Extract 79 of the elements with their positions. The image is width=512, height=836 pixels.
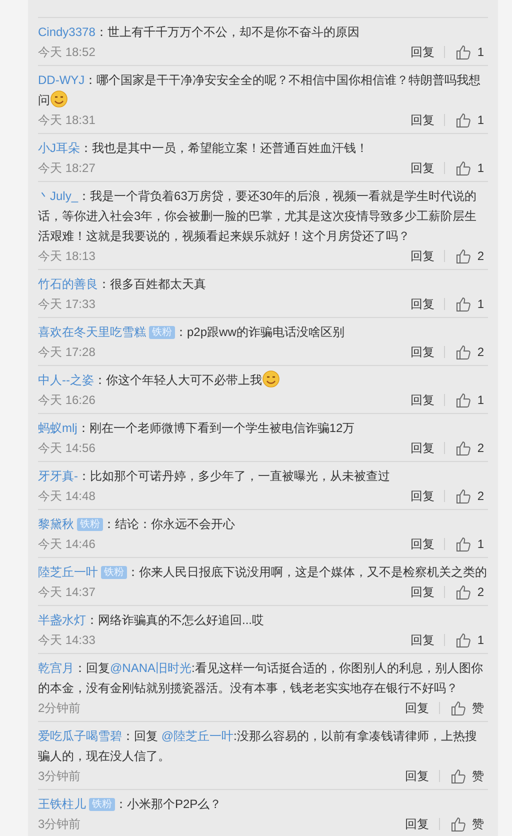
like-button[interactable]: 1 — [455, 42, 484, 62]
comment-text: 牙牙真-：比如那个可诺丹婷，多少年了，一直被曝光，从未被查过 — [38, 468, 391, 485]
thumbs-up-icon — [455, 160, 472, 176]
fan-badge: 铁粉 — [149, 326, 175, 339]
comment-time: 2分钟前 — [38, 700, 82, 717]
comment-time: 今天 14:33 — [38, 632, 96, 649]
comment-time: 今天 14:37 — [38, 584, 96, 601]
like-button[interactable]: 1 — [455, 158, 484, 178]
comment-time: 今天 14:48 — [38, 488, 96, 505]
like-button[interactable]: 2 — [455, 342, 484, 362]
fan-badge: 铁粉 — [101, 566, 127, 579]
thumbs-up-icon — [455, 584, 472, 600]
fan-badge: 铁粉 — [77, 518, 103, 531]
reply-link[interactable]: 回复 — [410, 390, 434, 410]
comment-time: 3分钟前 — [38, 768, 82, 785]
reply-link[interactable]: 回复 — [410, 582, 434, 602]
like-button[interactable]: 赞 — [450, 814, 484, 834]
thumbs-up-icon — [455, 248, 472, 264]
comment-text: 竹石的善良：很多百姓都太天真 — [38, 276, 207, 293]
like-button[interactable]: 2 — [455, 486, 484, 506]
comment-text: 蚂蚁mlj：刚在一个老师微博下看到一个学生被电信诈骗12万 — [38, 420, 356, 437]
comment-time: 今天 18:52 — [38, 44, 96, 61]
reply-link[interactable]: 回复 — [410, 486, 434, 506]
reply-link[interactable]: 回复 — [405, 766, 429, 786]
fan-badge: 铁粉 — [89, 798, 115, 811]
reply-link[interactable]: 回复 — [410, 294, 434, 314]
comment-time: 今天 14:46 — [38, 536, 96, 553]
comment-time: 今天 17:28 — [38, 344, 96, 361]
comment-time: 今天 17:33 — [38, 296, 96, 313]
reply-link[interactable]: 回复 — [405, 698, 429, 718]
thumbs-up-icon — [455, 440, 472, 456]
thumbs-up-icon — [455, 632, 472, 648]
comment-time: 今天 14:56 — [38, 440, 96, 457]
reply-link[interactable]: 回复 — [410, 342, 434, 362]
comment-time: 今天 18:31 — [38, 112, 96, 129]
thumbs-up-icon — [455, 344, 472, 360]
comment-text: 乾宫月：回复@NANA旧时光:看见这样一句话挺合适的，你图别人的利息，别人图你的本金，没有金刚钻就别揽瓷器活。没有本事，钱老老实实地存在银行不好吗？ — [38, 660, 484, 697]
like-button[interactable]: 2 — [455, 246, 484, 266]
comment-time: 今天 18:13 — [38, 248, 96, 265]
comment-text: 小J耳朵：我也是其中一员，希望能立案！还普通百姓血汗钱！ — [38, 140, 369, 157]
comment-text: Cindy3378：世上有千千万万个不公，却不是你不奋斗的原因 — [38, 24, 360, 41]
like-button[interactable]: 2 — [455, 438, 484, 458]
like-button[interactable]: 赞 — [450, 698, 484, 718]
reply-link[interactable]: 回复 — [405, 814, 429, 834]
reply-link[interactable]: 回复 — [410, 246, 434, 266]
thumbs-up-icon — [455, 392, 472, 408]
like-button[interactable]: 1 — [455, 110, 484, 130]
comment-time: 今天 18:27 — [38, 160, 96, 177]
like-button[interactable]: 1 — [455, 390, 484, 410]
like-button[interactable]: 2 — [455, 582, 484, 602]
like-button[interactable]: 1 — [455, 630, 484, 650]
reply-link[interactable]: 回复 — [410, 438, 434, 458]
reply-link[interactable]: 回复 — [410, 158, 434, 178]
comment-text: 陸芝丘一叶 铁粉 ：你来人民日报底下说没用啊，这是个媒体，又不是检察机关之类的 — [38, 564, 488, 581]
reply-link[interactable]: 回复 — [410, 110, 434, 130]
reply-link[interactable]: 回复 — [410, 42, 434, 62]
comment-text: DD-WYJ：哪个国家是干干净净安安全全的呢？不相信中国你相信谁？特朗普吗我想问 — [38, 72, 482, 110]
like-button[interactable]: 1 — [455, 294, 484, 314]
comment-time: 今天 16:26 — [38, 392, 96, 409]
thumbs-up-icon — [450, 816, 466, 832]
comment-text: 中人--之姿：你这个年轻人大可不必带上我 — [38, 370, 488, 390]
comment-text: 黎黛秋 铁粉 ：结论：你永远不会开心 — [38, 516, 236, 533]
reply-link[interactable]: 回复 — [410, 630, 434, 650]
comment-text: 丶July_：我是一个背负着63万房贷，要还30年的后浪，视频一看就是学生时代说的话，等你进入社会3年，你会被删一脸的巴掌，尤其是这次疫情导致多少工薪阶层生活艰难！这就是我要说的，视频看起来娱乐就好！这个月房贷还了吗？ — [38, 188, 478, 245]
thumbs-up-icon — [455, 44, 472, 60]
thumbs-up-icon — [450, 768, 466, 784]
reply-link[interactable]: 回复 — [410, 534, 434, 554]
thumbs-up-icon — [450, 700, 466, 716]
comment-text: 爱吃瓜子喝雪碧：回复 @陸芝丘一叶:没那么容易的，以前有拿凑钱请律师，上热搜骗人的，现在没人信了。 — [38, 728, 478, 765]
comment-text: 半盏水灯：网络诈骗真的不怎么好追回...哎 — [38, 612, 266, 629]
thumbs-up-icon — [455, 536, 472, 552]
thumbs-up-icon — [455, 296, 472, 312]
like-button[interactable]: 赞 — [450, 766, 484, 786]
comment-text: 王铁柱儿 铁粉 ：小米那个P2P么？ — [38, 796, 223, 813]
comment-text: 喜欢在冬天里吃雪糕 铁粉 ：p2p跟ww的诈骗电话没啥区别 — [38, 324, 346, 341]
thumbs-up-icon — [455, 488, 472, 504]
like-button[interactable]: 1 — [455, 534, 484, 554]
thumbs-up-icon — [455, 112, 472, 128]
comment-time: 3分钟前 — [38, 816, 82, 833]
